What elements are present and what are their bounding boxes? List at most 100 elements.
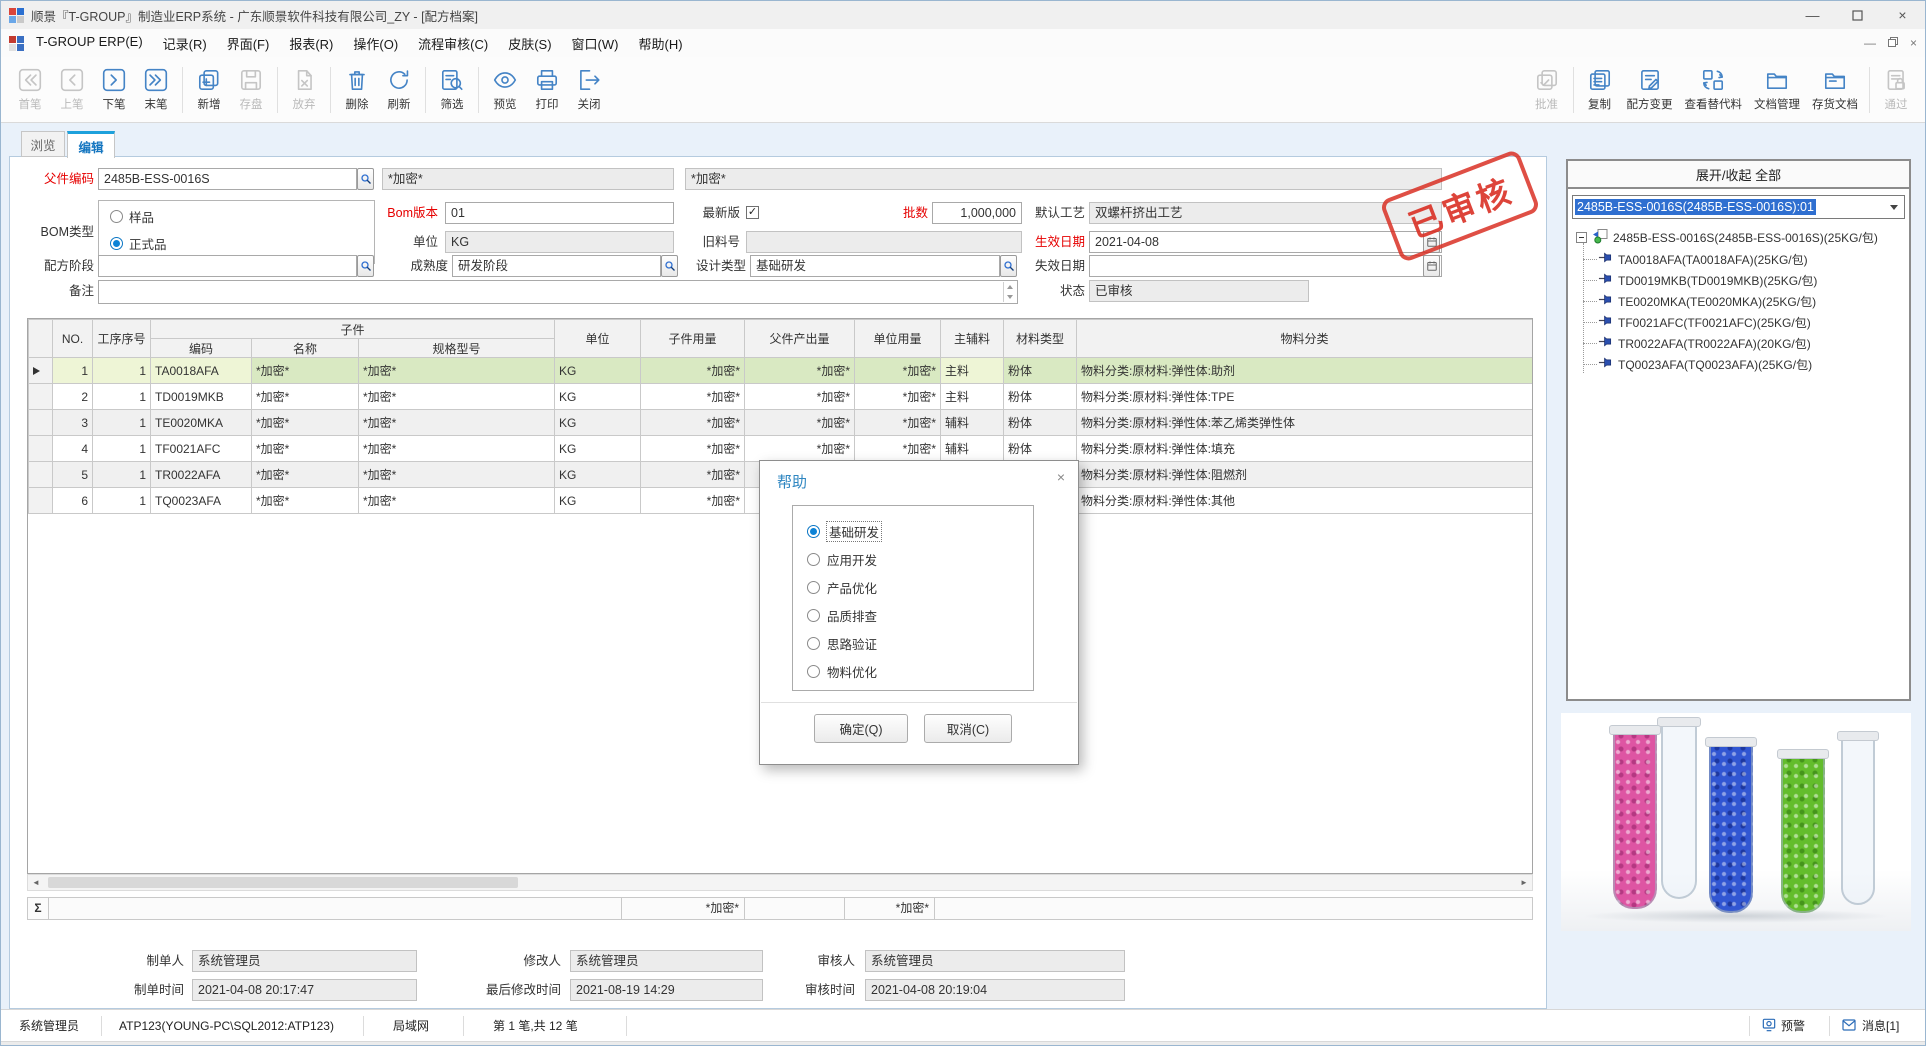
cell-unit[interactable]: KG	[555, 410, 641, 436]
cell-no[interactable]: 2	[53, 384, 93, 410]
chevron-down-icon[interactable]	[1890, 205, 1898, 210]
toolbar-button-delete[interactable]: 删除	[336, 61, 378, 119]
row-selector[interactable]	[29, 436, 53, 462]
expiry-date-input[interactable]	[1089, 255, 1442, 277]
bom-version-combo[interactable]: 2485B-ESS-0016S(2485B-ESS-0016S):01	[1572, 195, 1905, 219]
design-option-radio[interactable]: 物料优化	[807, 661, 877, 681]
design-type-lookup-button[interactable]	[1000, 255, 1017, 277]
cell-child_qty[interactable]: *加密*	[641, 410, 745, 436]
scrollbar-thumb[interactable]	[48, 877, 518, 888]
cell-name[interactable]: *加密*	[252, 410, 359, 436]
collapse-icon[interactable]	[1576, 232, 1587, 243]
cell-unit[interactable]: KG	[555, 462, 641, 488]
menu-item[interactable]: 皮肤(S)	[498, 30, 561, 57]
cell-code[interactable]: TD0019MKB	[151, 384, 252, 410]
cell-unit[interactable]: KG	[555, 436, 641, 462]
formula-stage-input[interactable]	[98, 255, 357, 277]
col-unit[interactable]: 单位	[555, 320, 641, 358]
cell-unit[interactable]: KG	[555, 358, 641, 384]
row-selector[interactable]	[29, 384, 53, 410]
col-child-group[interactable]: 子件	[151, 320, 555, 339]
design-type-input[interactable]: 基础研发	[750, 255, 1000, 277]
cell-main_aux[interactable]: 主料	[941, 384, 1004, 410]
bom-type-sample-radio[interactable]: 样品	[110, 207, 154, 225]
toolbar-button-print[interactable]: 打印	[526, 61, 568, 119]
cell-category[interactable]: 物料分类:原材料:弹性体:阻燃剂	[1077, 462, 1533, 488]
cell-mat_type[interactable]: 粉体	[1004, 436, 1077, 462]
remark-input[interactable]	[98, 280, 1018, 304]
design-option-radio[interactable]: 产品优化	[807, 577, 877, 597]
cell-child_qty[interactable]: *加密*	[641, 384, 745, 410]
toolbar-button-refresh[interactable]: 刷新	[378, 61, 420, 119]
tab-browse[interactable]: 浏览	[21, 131, 65, 157]
cell-code[interactable]: TQ0023AFA	[151, 488, 252, 514]
maturity-input[interactable]: 研发阶段	[452, 255, 661, 277]
cell-spec[interactable]: *加密*	[359, 436, 555, 462]
cell-unit_qty[interactable]: *加密*	[855, 436, 941, 462]
mdi-restore-icon[interactable]	[1888, 36, 1898, 50]
toolbar-button-nav-last[interactable]: 末笔	[135, 61, 177, 119]
message-icon[interactable]	[1841, 1017, 1857, 1036]
toolbar-button-add[interactable]: 新增	[188, 61, 230, 119]
cell-op[interactable]: 1	[93, 462, 151, 488]
toolbar-button-preview[interactable]: 预览	[484, 61, 526, 119]
grid-row[interactable]: 41TF0021AFC*加密**加密*KG*加密**加密**加密*辅料粉体物料分…	[29, 436, 1533, 462]
cell-unit_qty[interactable]: *加密*	[855, 358, 941, 384]
cell-category[interactable]: 物料分类:原材料:弹性体:填充	[1077, 436, 1533, 462]
latest-version-checkbox[interactable]: ✓	[746, 206, 759, 219]
alert-icon[interactable]	[1761, 1017, 1777, 1036]
cell-unit_qty[interactable]: *加密*	[855, 384, 941, 410]
cell-op[interactable]: 1	[93, 410, 151, 436]
cell-parent_qty[interactable]: *加密*	[745, 358, 855, 384]
cell-name[interactable]: *加密*	[252, 436, 359, 462]
cell-unit_qty[interactable]: *加密*	[855, 410, 941, 436]
col-unit-qty[interactable]: 单位用量	[855, 320, 941, 358]
bom-type-formal-radio[interactable]: 正式品	[110, 234, 167, 252]
cell-main_aux[interactable]: 辅料	[941, 436, 1004, 462]
tree-child-node[interactable]: TE0020MKA(TE0020MKA)(25KG/包)	[1598, 291, 1816, 311]
cell-op[interactable]: 1	[93, 436, 151, 462]
cell-name[interactable]: *加密*	[252, 358, 359, 384]
cell-op[interactable]: 1	[93, 358, 151, 384]
cell-unit[interactable]: KG	[555, 488, 641, 514]
minimize-icon[interactable]: —	[1790, 1, 1835, 29]
mdi-minimize-icon[interactable]: —	[1864, 36, 1876, 50]
tree-child-node[interactable]: TQ0023AFA(TQ0023AFA)(25KG/包)	[1598, 354, 1812, 374]
col-name[interactable]: 名称	[252, 339, 359, 358]
col-spec[interactable]: 规格型号	[359, 339, 555, 358]
cell-category[interactable]: 物料分类:原材料:弹性体:苯乙烯类弹性体	[1077, 410, 1533, 436]
cell-category[interactable]: 物料分类:原材料:弹性体:助剂	[1077, 358, 1533, 384]
toolbar-button-filter[interactable]: 筛选	[431, 61, 473, 119]
scroll-left-icon[interactable]: ◄	[28, 875, 44, 890]
toolbar-button-copy[interactable]: 复制	[1579, 61, 1621, 119]
tree-child-node[interactable]: TR0022AFA(TR0022AFA)(20KG/包)	[1598, 333, 1811, 353]
toolbar-button-nav-next[interactable]: 下笔	[93, 61, 135, 119]
cancel-button[interactable]: 取消(C)	[924, 714, 1012, 743]
expand-collapse-all-button[interactable]: 展开/收起 全部	[1568, 161, 1909, 189]
row-selector[interactable]	[29, 358, 53, 384]
cell-child_qty[interactable]: *加密*	[641, 488, 745, 514]
formula-stage-lookup-button[interactable]	[357, 255, 374, 277]
menu-item[interactable]: 流程审核(C)	[408, 30, 498, 57]
toolbar-button-formula-change[interactable]: 配方变更	[1621, 61, 1679, 119]
menu-item[interactable]: 窗口(W)	[562, 30, 629, 57]
row-selector[interactable]	[29, 488, 53, 514]
cell-main_aux[interactable]: 辅料	[941, 410, 1004, 436]
tree-root-node[interactable]: 2485B-ESS-0016S(2485B-ESS-0016S)(25KG/包)	[1576, 227, 1878, 247]
tree-child-node[interactable]: TD0019MKB(TD0019MKB)(25KG/包)	[1598, 270, 1817, 290]
cell-category[interactable]: 物料分类:原材料:弹性体:TPE	[1077, 384, 1533, 410]
cell-no[interactable]: 4	[53, 436, 93, 462]
tab-edit[interactable]: 编辑	[67, 131, 115, 158]
menu-item[interactable]: 记录(R)	[153, 30, 217, 57]
design-option-radio[interactable]: 品质排查	[807, 605, 877, 625]
cell-name[interactable]: *加密*	[252, 462, 359, 488]
row-selector[interactable]	[29, 462, 53, 488]
design-option-radio[interactable]: 基础研发	[807, 521, 881, 541]
cell-code[interactable]: TF0021AFC	[151, 436, 252, 462]
cell-code[interactable]: TA0018AFA	[151, 358, 252, 384]
cell-parent_qty[interactable]: *加密*	[745, 436, 855, 462]
status-message[interactable]: 消息[1]	[1862, 1010, 1899, 1042]
grid-horizontal-scrollbar[interactable]: ◄ ►	[27, 874, 1533, 891]
dialog-close-icon[interactable]: ×	[1057, 469, 1065, 485]
parent-code-input[interactable]: 2485B-ESS-0016S	[98, 168, 357, 190]
